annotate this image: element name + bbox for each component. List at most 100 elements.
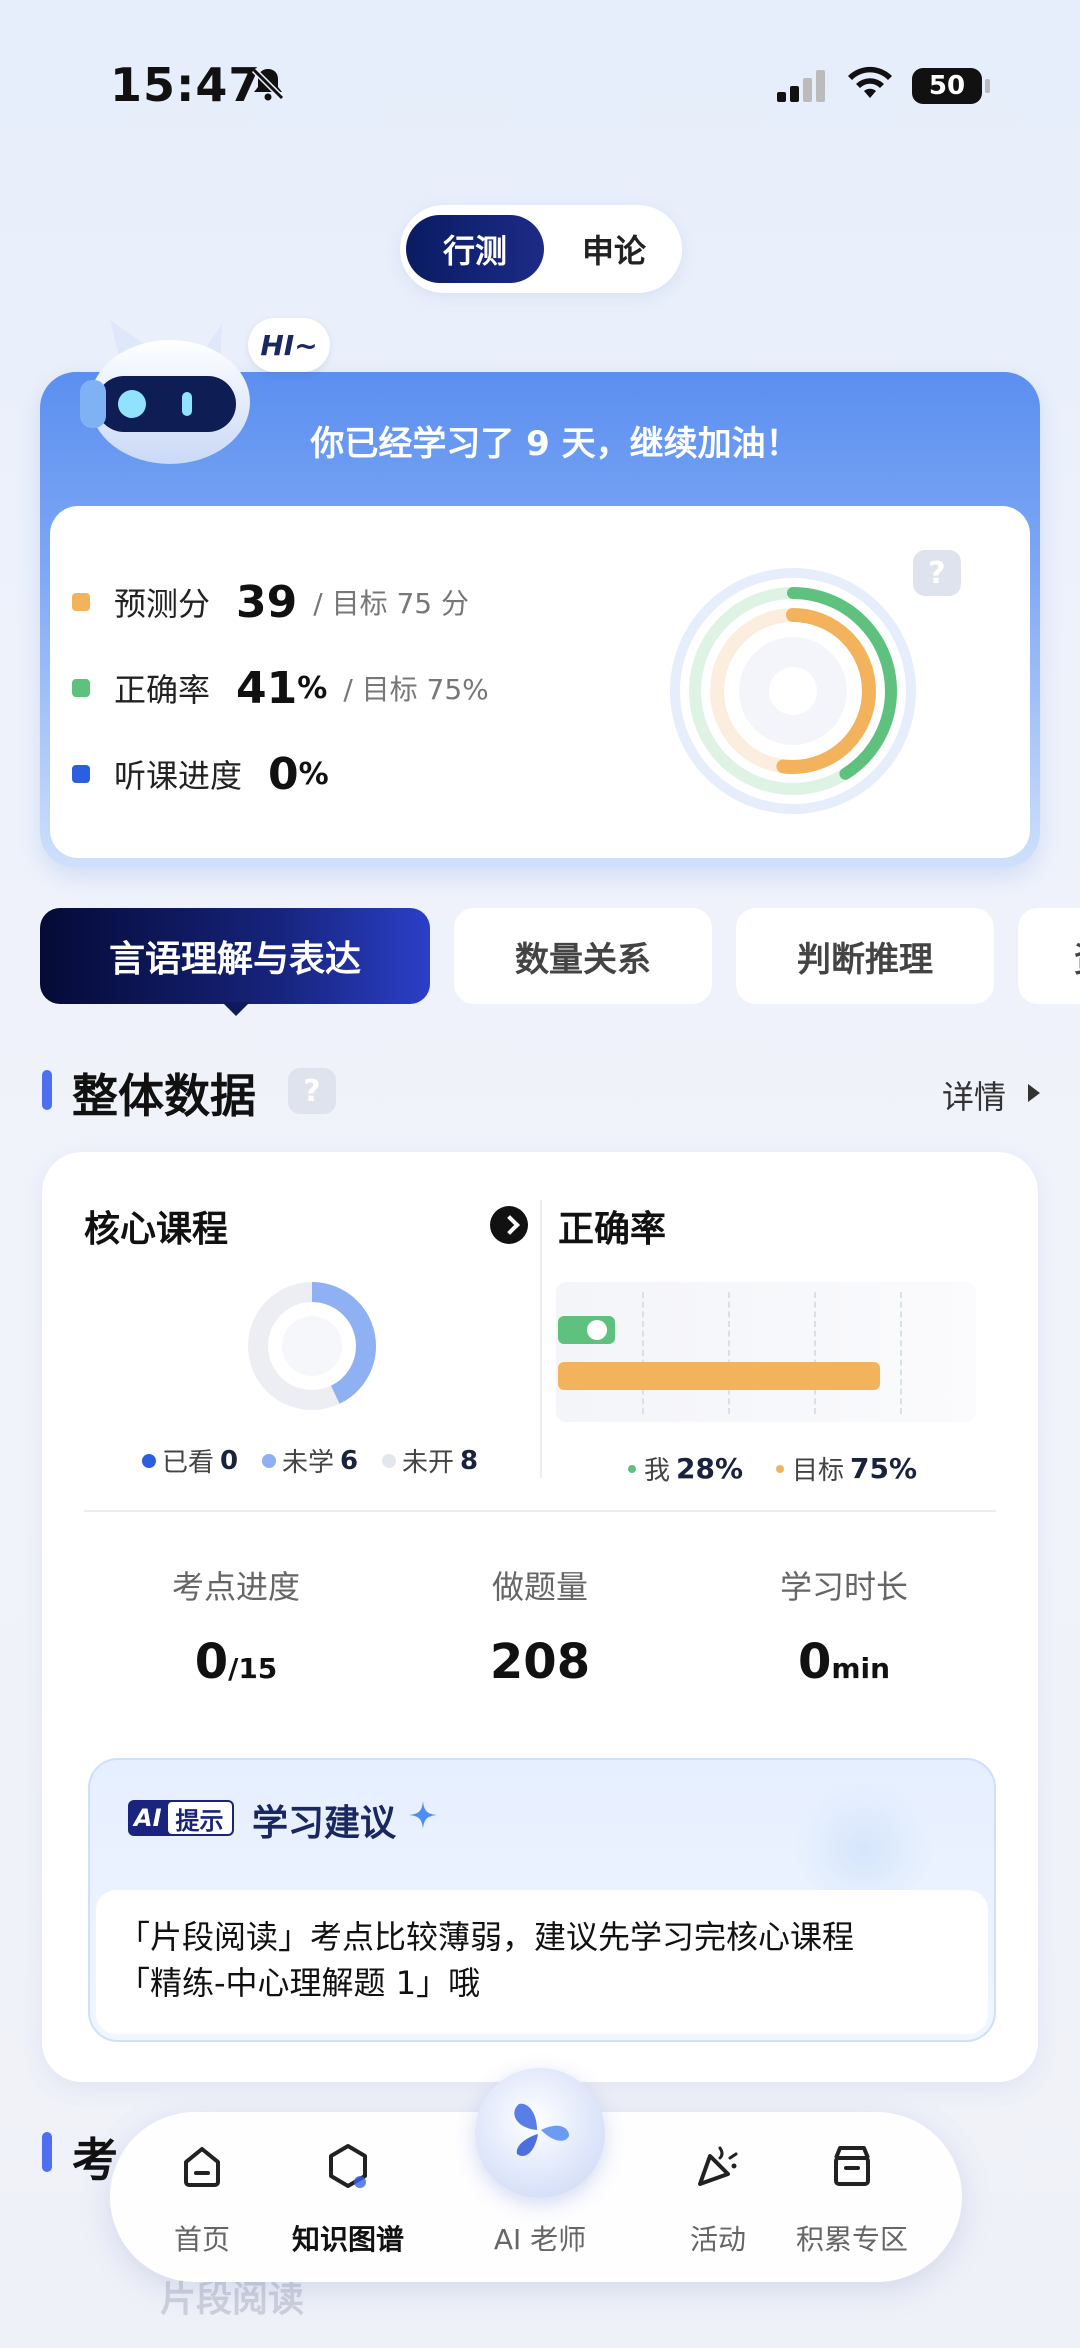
nav-activity[interactable]: 活动 [648, 2138, 788, 2258]
core-course-arrow-icon[interactable] [490, 1206, 528, 1244]
stat-topic-progress: 考点进度 0/15 [86, 1562, 386, 1690]
stat-value: 208 [489, 1634, 591, 1690]
tab-verbal[interactable]: 言语理解与表达 [40, 908, 430, 1004]
tab-quantity[interactable]: 数量关系 [454, 908, 712, 1004]
unlearned-dot-icon [262, 1453, 276, 1468]
stat-label: 做题量 [491, 1568, 588, 1606]
progress-rings-chart [670, 568, 916, 814]
nav-label: 知识图谱 [291, 2223, 404, 2256]
legend-value: 8 [460, 1445, 479, 1476]
nav-ai-teacher-label[interactable]: AI 老师 [470, 2218, 610, 2258]
segment-shenlun[interactable]: 申论 [552, 215, 676, 283]
subject-tabs: 言语理解与表达 数量关系 判断推理 资 [40, 908, 1080, 1004]
nav-knowledge-graph[interactable]: 知识图谱 [278, 2138, 418, 2258]
stat-value: 0 [797, 1634, 832, 1690]
section-title: 整体数据 [72, 1069, 256, 1123]
legend-value: 0 [220, 1445, 239, 1476]
nav-label: 首页 [173, 2223, 230, 2256]
vertical-divider [540, 1200, 542, 1478]
stat-suffix: min [831, 1652, 891, 1685]
segment-xingce[interactable]: 行测 [406, 215, 544, 283]
detail-arrow-icon[interactable] [1028, 1084, 1040, 1102]
grid-line [642, 1292, 644, 1414]
stat-label: 学习时长 [779, 1568, 908, 1606]
legend-label: 未开 [402, 1448, 455, 1478]
nav-label: 活动 [689, 2223, 746, 2256]
grid-line [814, 1292, 816, 1414]
stat-questions-done: 做题量 208 [390, 1562, 690, 1690]
metric-value: 0 [268, 748, 299, 800]
section-accent-bar [42, 2132, 52, 2172]
overall-help-icon[interactable]: ? [288, 1068, 336, 1114]
ai-tip-badge: AI 提示 [128, 1800, 234, 1836]
legend-label: 目标 [792, 1456, 845, 1486]
metric-target: / 目标 75 分 [313, 587, 470, 620]
stat-label: 考点进度 [171, 1568, 300, 1606]
accuracy-bar-chart [556, 1282, 976, 1422]
legend-unlearned: 未学 6 [262, 1442, 358, 1479]
archive-box-icon [834, 2146, 870, 2186]
core-course-title: 核心课程 [84, 1209, 229, 1250]
metric-value: 39 [236, 576, 298, 628]
detail-link[interactable]: 详情 [942, 1072, 1006, 1118]
sparkle-icon [409, 1801, 437, 1829]
metric-label: 听课进度 [114, 757, 243, 795]
target-accuracy-bar [558, 1362, 880, 1390]
legend-my-accuracy: 我 28% [628, 1450, 743, 1487]
tip-line-2: 「精练-中心理解题 1」哦 [118, 1964, 481, 2002]
hi-speech-bubble: HI~ [248, 318, 330, 372]
metric-lecture-progress: 听课进度 0 % [72, 744, 329, 804]
exam-type-switch[interactable]: 行测 申论 [400, 205, 682, 293]
tab-data-analysis[interactable]: 资 [1018, 908, 1080, 1004]
cellular-signal-icon [777, 70, 825, 102]
metric-label: 预测分 [114, 585, 211, 623]
section-accent-bar [42, 1070, 52, 1110]
hexagon-icon [329, 2144, 367, 2188]
tip-badge-label: 提示 [167, 1802, 232, 1835]
my-accuracy-knob [587, 1320, 607, 1340]
party-popper-icon [698, 2146, 738, 2186]
legend-value: 6 [340, 1445, 359, 1476]
nav-label: 积累专区 [795, 2223, 908, 2256]
horizontal-divider [84, 1510, 996, 1512]
metric-label: 正确率 [114, 671, 211, 709]
metric-unit: % [297, 670, 328, 706]
legend-label: 已看 [162, 1448, 215, 1478]
muted-bell-icon [251, 67, 285, 101]
status-time: 15:47 [110, 58, 262, 112]
legend-value: 28% [676, 1452, 744, 1485]
stat-value: 0 [194, 1634, 229, 1690]
core-course-donut [248, 1282, 376, 1410]
target-dot-icon [776, 1464, 784, 1473]
legend-label: 未学 [282, 1448, 335, 1478]
grid-line [900, 1292, 902, 1414]
legend-label: 我 [644, 1456, 671, 1486]
legend-target-accuracy: 目标 75% [776, 1450, 917, 1487]
nav-accumulation[interactable]: 积累专区 [782, 2138, 922, 2258]
metric-predicted-score: 预测分 39 / 目标 75 分 [72, 572, 469, 632]
my-dot-icon [628, 1464, 636, 1473]
legend-value: 75% [850, 1452, 918, 1485]
ai-badge-label: AI [134, 1804, 162, 1832]
watched-dot-icon [142, 1453, 156, 1468]
leaf-propeller-icon [514, 2103, 569, 2156]
stat-suffix: /15 [228, 1652, 278, 1685]
lecture-dot-icon [72, 765, 90, 783]
legend-watched: 已看 0 [142, 1442, 238, 1479]
robot-mascot-icon [80, 320, 250, 464]
legend-unopened: 未开 8 [382, 1442, 478, 1479]
home-icon [184, 2147, 220, 2187]
tip-line-1: 「片段阅读」考点比较薄弱，建议先学习完核心课程 [118, 1918, 855, 1956]
ai-orb-icon[interactable] [475, 2068, 605, 2198]
wifi-icon [848, 66, 892, 98]
accuracy-title: 正确率 [558, 1209, 667, 1250]
score-dot-icon [72, 593, 90, 611]
tip-title: 学习建议 [252, 1803, 397, 1844]
battery-indicator: 50 [912, 68, 990, 104]
summary-help-icon[interactable]: ? [913, 550, 961, 596]
metric-value: 41 [236, 662, 298, 714]
grid-line [728, 1292, 730, 1414]
unopened-dot-icon [382, 1453, 396, 1468]
nav-home[interactable]: 首页 [132, 2138, 272, 2258]
tab-reasoning[interactable]: 判断推理 [736, 908, 994, 1004]
